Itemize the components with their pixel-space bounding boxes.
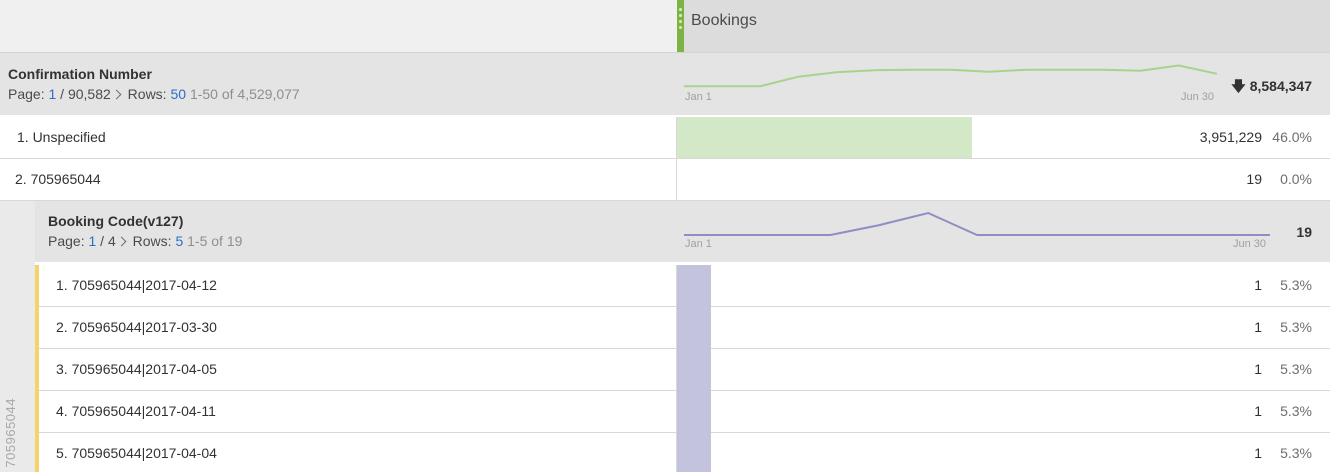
row-range: 1-5 of 19 [187, 233, 243, 249]
row-percent: 5.3% [1280, 445, 1312, 461]
page-label: Page: [8, 86, 45, 102]
column-divider [676, 159, 677, 201]
page-total: / 4 [100, 233, 116, 249]
axis-start-label: Jan 1 [685, 238, 712, 250]
breakdown-accent [35, 349, 39, 391]
column-drag-handle[interactable] [677, 0, 684, 52]
value-bar [677, 391, 711, 433]
row-label[interactable]: 3. 705965044|2017-04-05 [56, 361, 217, 377]
freeform-table: Bookings Confirmation Number Page: 1 / 9… [0, 0, 1330, 472]
value-bar [677, 117, 972, 158]
row-label[interactable]: 1. Unspecified [17, 129, 106, 145]
value-bar [677, 433, 711, 472]
axis-end-label: Jun 30 [1181, 91, 1215, 103]
row-value: 3,951,229 [1199, 129, 1262, 145]
breakdown-row[interactable]: 5. 705965044|2017-04-04 1 5.3% [35, 433, 1330, 472]
breakdown-row[interactable]: 3. 705965044|2017-04-05 1 5.3% [35, 349, 1330, 391]
arrow-down-icon[interactable]: 🡇 [1231, 76, 1245, 100]
row-value: 1 [1254, 319, 1262, 335]
rows-label: Rows: [132, 233, 172, 249]
column-divider [676, 307, 677, 349]
column-header-row: Bookings [0, 0, 1330, 53]
page-current-input[interactable]: 1 [88, 233, 96, 249]
breakdown-total: 19 [1296, 224, 1312, 240]
rows-per-page-select[interactable]: 50 [170, 86, 186, 102]
next-page-chevron-icon[interactable] [111, 89, 122, 100]
page-label: Page: [48, 233, 85, 249]
trend-sparkline [684, 64, 1218, 88]
breakdown-pagination: Page: 1 / 4 Rows: 5 1-5 of 19 [48, 233, 242, 249]
next-page-chevron-icon[interactable] [116, 236, 127, 247]
axis-end-label: Jun 30 [1233, 238, 1267, 250]
row-percent: 5.3% [1280, 361, 1312, 377]
column-divider [676, 349, 677, 391]
dimension-title[interactable]: Confirmation Number [8, 66, 152, 82]
row-value: 1 [1254, 361, 1262, 377]
metric-title[interactable]: Bookings [691, 12, 757, 30]
metric-column-header[interactable] [677, 0, 1330, 52]
breakdown-header: Booking Code(v127) Page: 1 / 4 Rows: 5 1… [35, 201, 1330, 264]
breakdown-row[interactable]: 4. 705965044|2017-04-11 1 5.3% [35, 391, 1330, 433]
breakdown-gutter: 705965044 [0, 201, 35, 472]
table-row[interactable]: 2. 705965044 19 0.0% [0, 159, 1330, 201]
row-range: 1-50 of 4,529,077 [189, 86, 300, 102]
sparkline-path [684, 64, 1218, 88]
breakdown-trend-sparkline [684, 211, 1270, 236]
row-percent: 5.3% [1280, 277, 1312, 293]
row-percent: 5.3% [1280, 403, 1312, 419]
value-bar [677, 265, 711, 307]
breakdown-accent [35, 265, 39, 307]
axis-start-label: Jan 1 [685, 91, 712, 103]
pagination: Page: 1 / 90,582 Rows: 50 1-50 of 4,529,… [8, 86, 300, 102]
row-percent: 46.0% [1272, 129, 1312, 145]
row-label[interactable]: 5. 705965044|2017-04-04 [56, 445, 217, 461]
row-value: 19 [1246, 171, 1262, 187]
column-divider [676, 391, 677, 433]
row-label[interactable]: 4. 705965044|2017-04-11 [56, 403, 216, 419]
breakdown-parent-label: 705965044 [3, 398, 18, 468]
dimension-column-header [0, 0, 677, 52]
column-divider [676, 433, 677, 472]
dimension-header: Confirmation Number Page: 1 / 90,582 Row… [0, 53, 1330, 117]
breakdown-accent [35, 391, 39, 433]
breakdown-row[interactable]: 2. 705965044|2017-03-30 1 5.3% [35, 307, 1330, 349]
value-bar [677, 349, 711, 391]
row-label[interactable]: 1. 705965044|2017-04-12 [56, 277, 217, 293]
table-row[interactable]: 1. Unspecified 3,951,229 46.0% [0, 117, 1330, 159]
breakdown-accent [35, 433, 39, 472]
column-divider [676, 117, 677, 159]
rows-label: Rows: [127, 86, 167, 102]
breakdown-row[interactable]: 1. 705965044|2017-04-12 1 5.3% [35, 265, 1330, 307]
row-value: 1 [1254, 277, 1262, 293]
row-value: 1 [1254, 445, 1262, 461]
breakdown-title[interactable]: Booking Code(v127) [48, 213, 183, 229]
row-percent: 0.0% [1280, 171, 1312, 187]
breakdown-accent [35, 307, 39, 349]
row-value: 1 [1254, 403, 1262, 419]
column-total[interactable]: 🡇 8,584,347 [1231, 76, 1312, 100]
page-total: / 90,582 [60, 86, 111, 102]
row-label[interactable]: 2. 705965044 [15, 171, 101, 187]
column-divider [676, 265, 677, 307]
row-percent: 5.3% [1280, 319, 1312, 335]
value-bar [677, 307, 711, 349]
row-label[interactable]: 2. 705965044|2017-03-30 [56, 319, 217, 335]
sparkline-path [684, 211, 1270, 236]
page-current-input[interactable]: 1 [48, 86, 56, 102]
rows-per-page-select[interactable]: 5 [175, 233, 183, 249]
